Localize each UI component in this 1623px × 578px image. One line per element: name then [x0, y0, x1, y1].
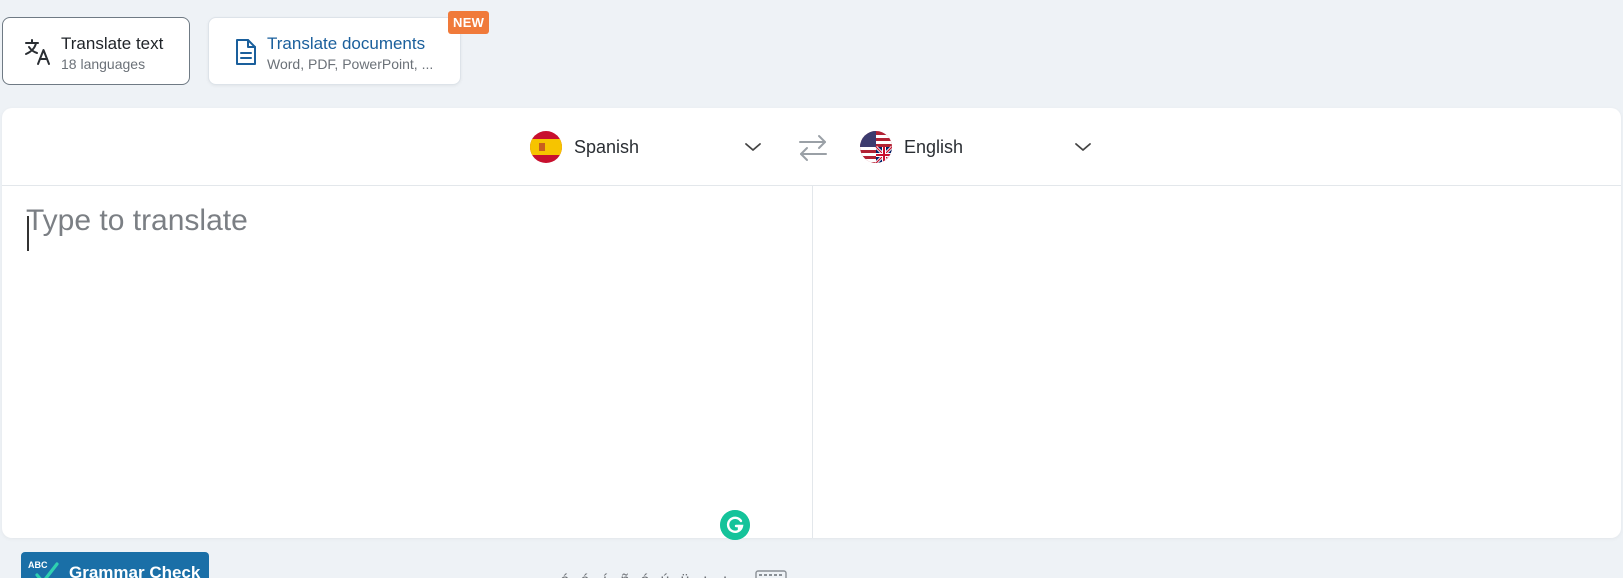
special-char-button[interactable]: ¡	[715, 572, 735, 578]
chevron-down-icon	[1075, 143, 1091, 151]
tab-translate-documents[interactable]: Translate documents Word, PDF, PowerPoin…	[208, 17, 461, 85]
target-language-name: English	[904, 136, 964, 157]
uk-us-flag-icon	[860, 131, 892, 163]
language-bar: Spanish English	[2, 108, 1621, 186]
special-char-button[interactable]: í	[595, 572, 615, 578]
grammar-check-icon-text: ABC	[28, 560, 48, 570]
tab-translate-text[interactable]: Translate text 18 languages	[2, 17, 190, 85]
special-char-button[interactable]: á	[555, 572, 575, 578]
source-language-name: Spanish	[574, 136, 640, 157]
tab-translate-text-title: Translate text	[61, 34, 164, 53]
source-language-select[interactable]: Spanish	[530, 128, 762, 166]
text-caret	[27, 216, 29, 251]
special-char-button[interactable]: ú	[655, 572, 675, 578]
special-characters-bar: á é í ñ ó ú ü ¿ ¡	[555, 572, 735, 578]
grammar-check-icon: ABC	[28, 560, 59, 578]
source-text-input[interactable]	[26, 204, 786, 424]
swap-languages-button[interactable]	[797, 133, 829, 163]
translation-output-pane	[813, 186, 1621, 538]
special-char-button[interactable]: ñ	[615, 572, 635, 578]
special-char-button[interactable]: ü	[675, 572, 695, 578]
tab-translate-documents-subtitle: Word, PDF, PowerPoint, ...	[267, 56, 434, 72]
special-char-button[interactable]: é	[575, 572, 595, 578]
chevron-down-icon	[745, 143, 761, 151]
keyboard-icon[interactable]	[755, 569, 787, 578]
special-char-button[interactable]: ó	[635, 572, 655, 578]
source-pane: ABC Grammar Check á é í ñ ó ú ü ¿ ¡	[2, 186, 812, 578]
translator-card: Spanish English Type to translate ABC Gr…	[2, 108, 1621, 578]
tab-translate-documents-title: Translate documents	[267, 34, 426, 53]
document-icon	[236, 39, 256, 65]
translate-icon	[25, 39, 50, 65]
grammar-check-button[interactable]: ABC Grammar Check	[21, 552, 209, 578]
grammar-check-label: Grammar Check	[69, 563, 201, 578]
tab-translate-text-subtitle: 18 languages	[61, 56, 146, 72]
grammarly-icon[interactable]	[720, 510, 750, 540]
new-badge: NEW	[448, 11, 490, 34]
spain-flag-icon	[530, 131, 562, 163]
special-char-button[interactable]: ¿	[695, 572, 715, 578]
target-language-select[interactable]: English	[860, 128, 1092, 166]
